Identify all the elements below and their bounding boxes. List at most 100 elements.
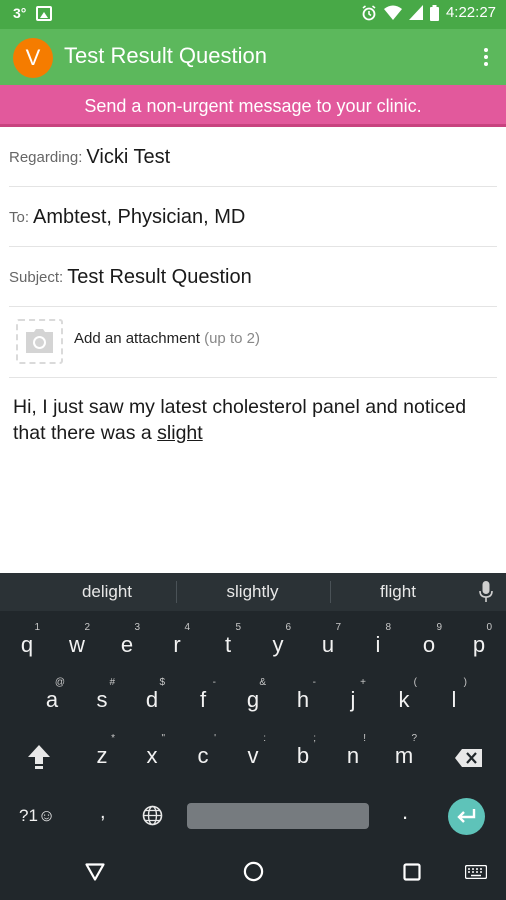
avatar[interactable]: V: [13, 38, 53, 78]
key-label: c: [197, 743, 209, 768]
regarding-row[interactable]: Regarding: Vicki Test: [0, 127, 506, 187]
key-label: u: [321, 632, 335, 657]
key-label: m: [394, 743, 414, 768]
key-o[interactable]: 9o: [404, 618, 454, 668]
key-p[interactable]: 0p: [454, 618, 504, 668]
overflow-menu-icon[interactable]: [480, 45, 492, 69]
temperature-text: 3°: [13, 5, 27, 21]
period-key[interactable]: .: [402, 799, 408, 825]
message-body-input[interactable]: Hi, I just saw my latest cholesterol pan…: [13, 394, 493, 446]
key-label: f: [199, 687, 207, 712]
add-attachment-button[interactable]: [16, 319, 63, 364]
clock-text: 4:22:27: [445, 4, 496, 21]
key-label: h: [296, 687, 310, 712]
key-label: x: [146, 743, 158, 768]
spacebar[interactable]: [187, 803, 369, 829]
symbols-key[interactable]: ?1☺: [19, 806, 55, 826]
regarding-value: Vicki Test: [86, 145, 171, 168]
status-bar: 3° 4:22:27: [0, 0, 506, 29]
key-label: n: [346, 743, 360, 768]
attachment-label[interactable]: Add an attachment (up to 2): [74, 330, 260, 347]
key-label: r: [173, 632, 181, 657]
shift-icon[interactable]: [27, 744, 51, 770]
key-a[interactable]: @ a: [27, 673, 77, 723]
key-e[interactable]: 3e: [102, 618, 152, 668]
status-left: 3°: [13, 5, 53, 21]
key-label: d: [145, 687, 159, 712]
enter-key[interactable]: [448, 798, 485, 835]
key-l[interactable]: ) l: [429, 673, 479, 723]
to-row[interactable]: To: Ambtest, Physician, MD: [0, 187, 506, 247]
key-b[interactable]: ; b: [278, 729, 328, 779]
composing-word: slight: [157, 422, 203, 444]
signal-icon: [408, 5, 423, 20]
key-label: o: [422, 632, 436, 657]
key-q[interactable]: 1q: [2, 618, 52, 668]
key-w[interactable]: 2w: [52, 618, 102, 668]
battery-icon: [429, 4, 439, 21]
key-d[interactable]: $ d: [127, 673, 177, 723]
key-i[interactable]: 8i: [353, 618, 403, 668]
key-s[interactable]: # s: [77, 673, 127, 723]
key-label: q: [20, 632, 34, 657]
key-label: y: [272, 632, 284, 657]
key-x[interactable]: " x: [127, 729, 177, 779]
suggestion-1[interactable]: delight: [22, 573, 192, 611]
key-f[interactable]: -f: [178, 673, 228, 723]
suggestion-3[interactable]: flight: [318, 573, 478, 611]
key-u[interactable]: 7u: [303, 618, 353, 668]
key-label: j: [350, 687, 356, 712]
key-h[interactable]: -h: [278, 673, 328, 723]
key-t[interactable]: 5t: [203, 618, 253, 668]
soft-keyboard: delight slightly flight 1q 2w 3e 4r 5t 6…: [0, 573, 506, 900]
key-r[interactable]: 4r: [152, 618, 202, 668]
status-right: 4:22:27: [361, 4, 496, 21]
subject-label: Subject:: [9, 268, 64, 286]
key-k[interactable]: (k: [379, 673, 429, 723]
camera-icon: [26, 329, 53, 353]
key-j[interactable]: + j: [328, 673, 378, 723]
page-title: Test Result Question: [64, 43, 267, 68]
recents-icon[interactable]: [403, 863, 421, 881]
enter-icon: [457, 809, 476, 823]
home-icon[interactable]: [243, 861, 264, 882]
key-label: a: [45, 687, 59, 712]
key-n[interactable]: ! n: [328, 729, 378, 779]
subject-row[interactable]: Subject: Test Result Question: [0, 247, 506, 307]
key-label: l: [451, 687, 457, 712]
attachment-row[interactable]: Add an attachment (up to 2): [0, 307, 506, 378]
to-value: Ambtest, Physician, MD: [33, 205, 246, 228]
message-text: Hi, I just saw my latest cholesterol pan…: [13, 396, 467, 444]
key-g[interactable]: & g: [228, 673, 278, 723]
key-y[interactable]: 6y: [253, 618, 303, 668]
key-v[interactable]: :v: [228, 729, 278, 779]
microphone-icon[interactable]: [479, 581, 493, 603]
key-label: z: [96, 743, 108, 768]
subject-field[interactable]: Test Result Question: [67, 266, 252, 289]
key-z[interactable]: * z: [77, 729, 127, 779]
key-label: t: [224, 632, 232, 657]
navigation-bar: [0, 846, 506, 900]
regarding-label: Regarding:: [9, 148, 83, 166]
key-label: b: [296, 743, 310, 768]
image-icon: [36, 5, 53, 21]
key-label: s: [96, 687, 108, 712]
key-label: v: [247, 743, 259, 768]
globe-icon[interactable]: [142, 805, 163, 826]
back-icon[interactable]: [85, 863, 105, 881]
key-c[interactable]: ' c: [178, 729, 228, 779]
comma-key[interactable]: ,: [100, 801, 106, 824]
suggestion-strip: delight slightly flight: [0, 573, 506, 611]
alarm-icon: [362, 4, 376, 20]
key-label: w: [69, 632, 85, 657]
attachment-hint: (up to 2): [204, 330, 260, 347]
backspace-icon[interactable]: [455, 749, 482, 767]
key-m[interactable]: ? m: [379, 729, 429, 779]
keyboard-switch-icon[interactable]: [465, 865, 487, 879]
attachment-text: Add an attachment: [74, 330, 200, 347]
key-label: e: [120, 632, 134, 657]
key-label: g: [246, 687, 260, 712]
key-label: i: [375, 632, 381, 657]
suggestion-2[interactable]: slightly: [170, 573, 335, 611]
wifi-icon: [383, 5, 402, 20]
